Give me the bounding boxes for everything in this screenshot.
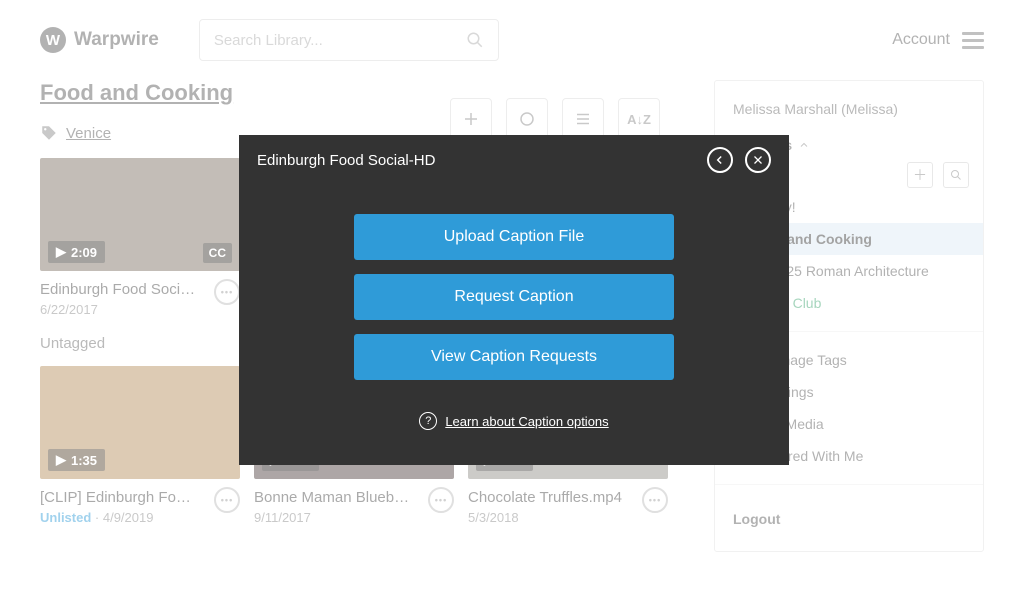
- view-caption-requests-button[interactable]: View Caption Requests: [354, 334, 674, 380]
- modal-back-button[interactable]: [707, 147, 733, 173]
- request-caption-button[interactable]: Request Caption: [354, 274, 674, 320]
- close-icon: [752, 154, 764, 166]
- modal-close-button[interactable]: [745, 147, 771, 173]
- caption-modal: Edinburgh Food Social-HD Upload Caption …: [239, 135, 789, 465]
- modal-title: Edinburgh Food Social-HD: [257, 152, 435, 169]
- back-arrow-icon: [713, 153, 727, 167]
- learn-caption-options-link[interactable]: Learn about Caption options: [445, 414, 608, 429]
- upload-caption-button[interactable]: Upload Caption File: [354, 214, 674, 260]
- help-icon: ?: [419, 412, 437, 430]
